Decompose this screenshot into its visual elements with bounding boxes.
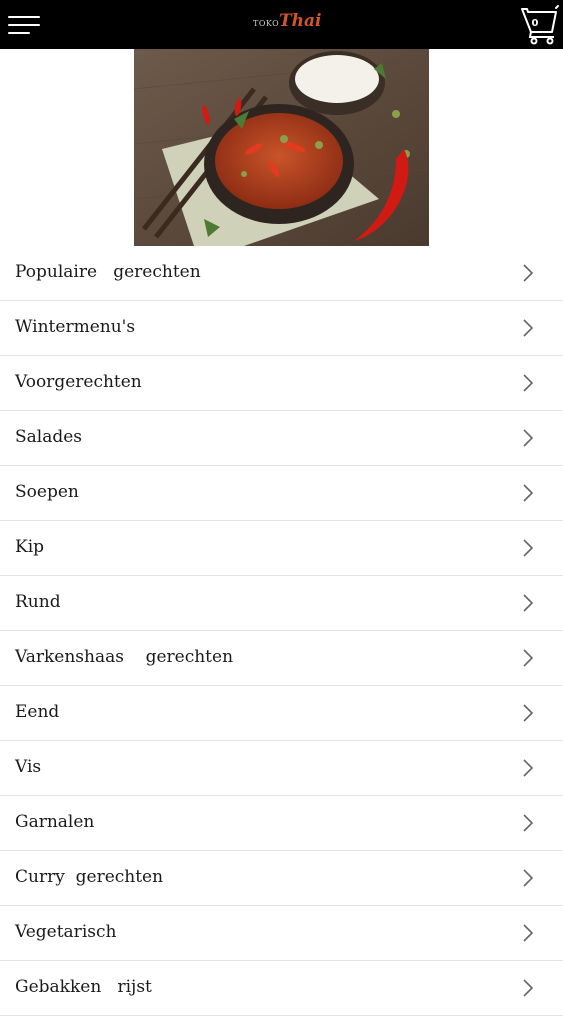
category-label: Wintermenu's xyxy=(15,317,136,337)
category-item[interactable]: Garnalen xyxy=(0,796,563,851)
chevron-right-icon xyxy=(523,704,534,722)
category-label: Gebakken rijst xyxy=(15,977,152,997)
category-label: Vis xyxy=(15,757,42,777)
chevron-right-icon xyxy=(523,814,534,832)
category-item[interactable]: Vegetarisch xyxy=(0,906,563,961)
category-label: Salades xyxy=(15,427,83,447)
logo[interactable]: TOKO Thai xyxy=(253,11,321,39)
logo-toko-text: TOKO xyxy=(253,19,280,28)
shopping-cart-icon[interactable]: 0 xyxy=(521,5,559,45)
category-label: Populaire gerechten xyxy=(15,262,201,282)
category-item[interactable]: Voorgerechten xyxy=(0,356,563,411)
category-item[interactable]: Populaire gerechten xyxy=(0,246,563,301)
chevron-right-icon xyxy=(523,869,534,887)
category-label: Garnalen xyxy=(15,812,95,832)
category-item[interactable]: Varkenshaas gerechten xyxy=(0,631,563,686)
category-label: Curry gerechten xyxy=(15,867,164,887)
chevron-right-icon xyxy=(523,319,534,337)
thai-curry-dish-image xyxy=(133,49,430,246)
logo-thai-text: Thai xyxy=(279,11,322,31)
category-label: Rund xyxy=(15,592,61,612)
cart-count-badge: 0 xyxy=(531,18,539,29)
chevron-right-icon xyxy=(523,484,534,502)
category-item[interactable]: Eend xyxy=(0,686,563,741)
category-item[interactable]: Wintermenu's xyxy=(0,301,563,356)
chevron-right-icon xyxy=(523,759,534,777)
hamburger-menu-icon[interactable] xyxy=(8,14,42,36)
category-item[interactable]: Vis xyxy=(0,741,563,796)
chevron-right-icon xyxy=(523,594,534,612)
chevron-right-icon xyxy=(523,429,534,447)
category-list: Populaire gerechten Wintermenu's Voorgerec… xyxy=(0,246,563,1016)
chevron-right-icon xyxy=(523,924,534,942)
category-item[interactable]: Salades xyxy=(0,411,563,466)
category-item[interactable]: Curry gerechten xyxy=(0,851,563,906)
chevron-right-icon xyxy=(523,649,534,667)
category-label: Vegetarisch xyxy=(15,922,117,942)
category-label: Kip xyxy=(15,537,45,557)
top-bar: TOKO Thai 0 xyxy=(0,0,563,49)
chevron-right-icon xyxy=(523,374,534,392)
category-item[interactable]: Gebakken rijst xyxy=(0,961,563,1016)
category-label: Varkenshaas gerechten xyxy=(15,647,234,667)
category-label: Soepen xyxy=(15,482,79,502)
chevron-right-icon xyxy=(523,979,534,997)
chevron-right-icon xyxy=(523,539,534,557)
chevron-right-icon xyxy=(523,264,534,282)
category-label: Eend xyxy=(15,702,60,722)
category-item[interactable]: Kip xyxy=(0,521,563,576)
category-item[interactable]: Soepen xyxy=(0,466,563,521)
category-label: Voorgerechten xyxy=(15,372,142,392)
category-item[interactable]: Rund xyxy=(0,576,563,631)
